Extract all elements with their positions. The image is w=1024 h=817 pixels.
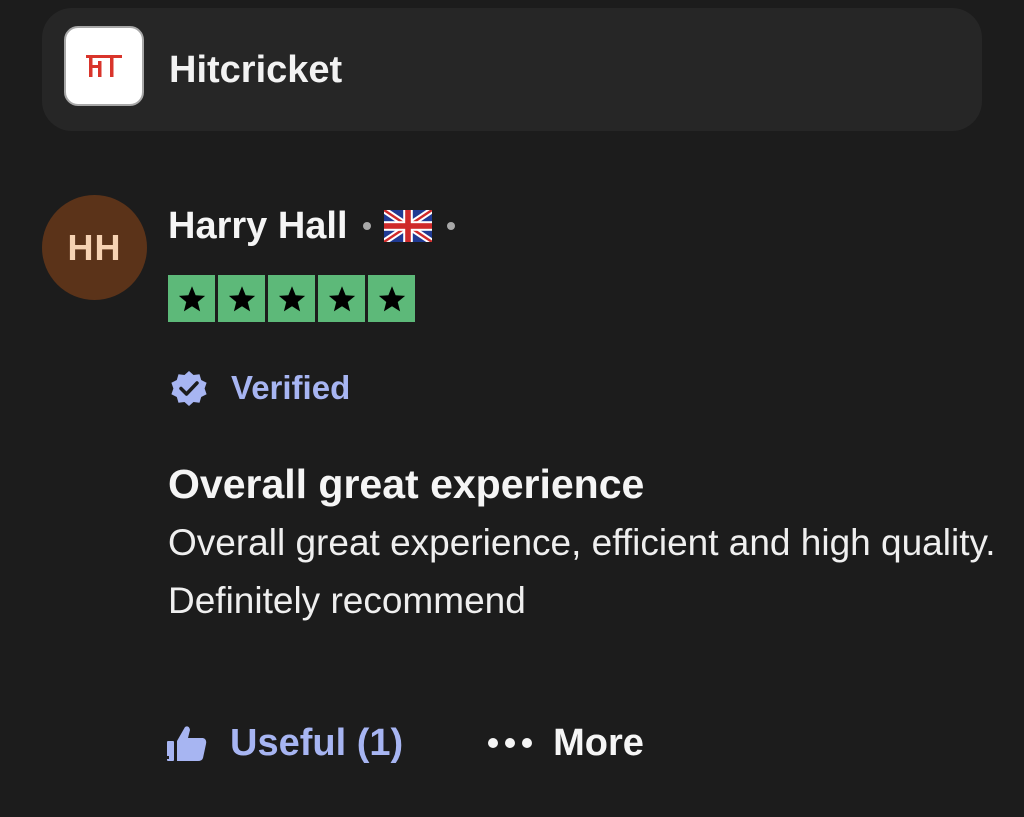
company-header[interactable]: Hitcricket xyxy=(42,8,982,131)
more-label: More xyxy=(553,721,644,764)
uk-flag-icon xyxy=(383,210,432,242)
review-title: Overall great experience xyxy=(168,461,645,507)
star-icon xyxy=(368,275,415,322)
useful-button[interactable]: Useful (1) xyxy=(166,722,403,765)
avatar[interactable]: HH xyxy=(42,195,147,300)
avatar-initials: HH xyxy=(67,226,122,268)
star-icon xyxy=(318,275,365,322)
star-icon xyxy=(218,275,265,322)
verified-label: Verified xyxy=(231,369,351,406)
ellipsis-icon xyxy=(487,737,533,749)
useful-label: Useful (1) xyxy=(230,721,404,764)
star-icon xyxy=(268,275,315,322)
review-body: Overall great experience, efficient and … xyxy=(168,522,996,621)
thumbs-up-icon xyxy=(166,723,208,763)
star-rating xyxy=(168,275,415,322)
separator-dot xyxy=(446,222,455,230)
verified-badge[interactable]: Verified xyxy=(168,366,350,410)
reviewer-info: Harry Hall xyxy=(168,202,468,250)
company-name[interactable]: Hitcricket xyxy=(169,48,342,92)
star-icon xyxy=(168,275,215,322)
hitcricket-logo-icon xyxy=(64,26,144,106)
reviewer-name[interactable]: Harry Hall xyxy=(168,205,348,248)
separator-dot xyxy=(362,222,371,230)
more-button[interactable]: More xyxy=(487,722,644,765)
verified-badge-icon xyxy=(168,367,210,409)
review-page: Hitcricket HH Harry Hall Verified Overal… xyxy=(0,0,1024,817)
review-actions: Useful (1) More xyxy=(166,717,644,769)
